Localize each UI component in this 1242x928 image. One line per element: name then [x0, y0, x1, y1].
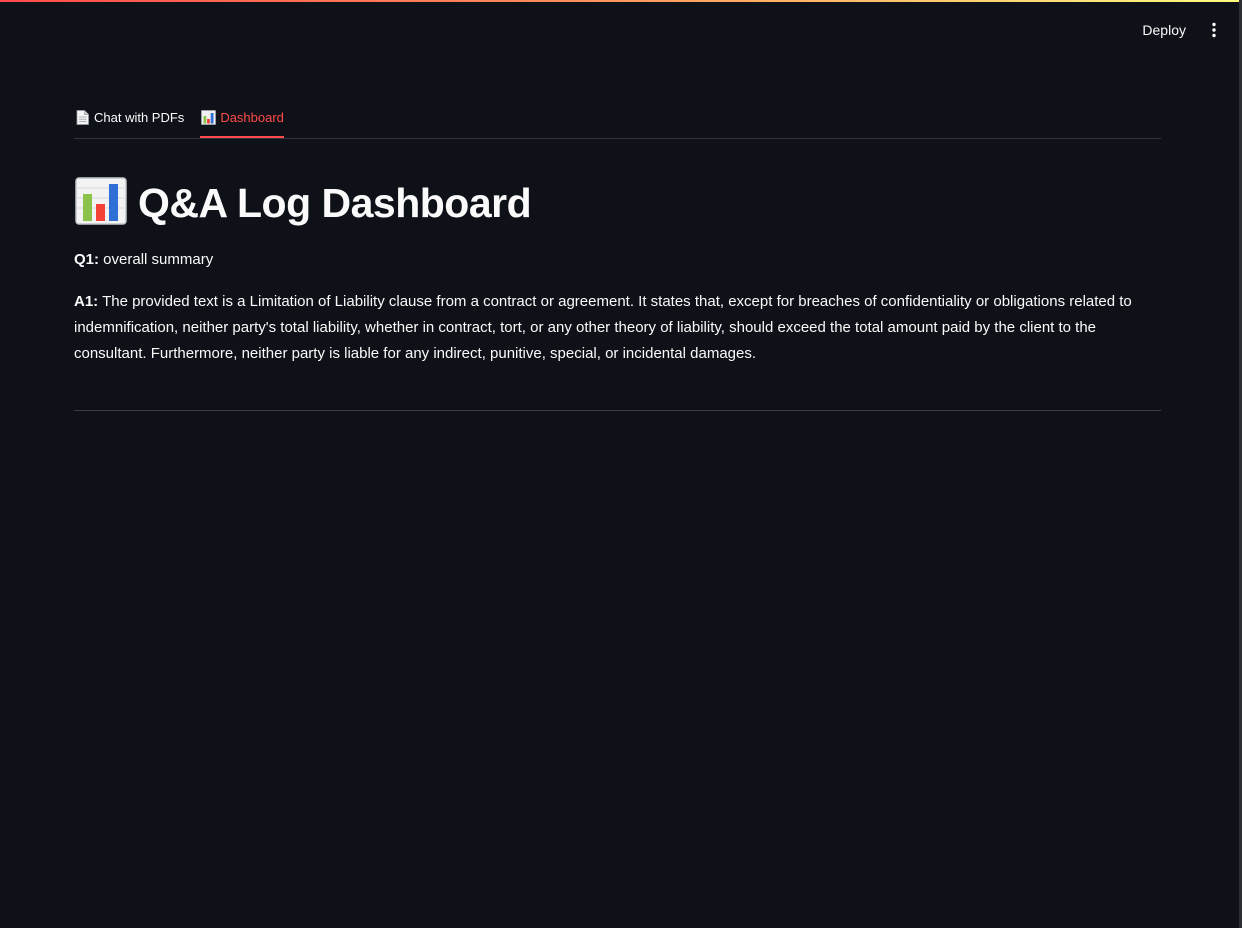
bar-chart-icon	[200, 109, 216, 125]
document-icon	[74, 109, 90, 125]
answer-label: A1:	[74, 293, 99, 310]
answer-text: The provided text is a Limitation of Lia…	[74, 293, 1132, 362]
qa-answer: A1: The provided text is a Limitation of…	[74, 289, 1161, 367]
deploy-button[interactable]: Deploy	[1136, 18, 1192, 42]
main-content: Chat with PDFs Dashboard Q&A Log Dashboa…	[74, 98, 1161, 367]
page-title: Q&A Log Dashboard	[138, 179, 532, 226]
horizontal-divider	[74, 410, 1161, 411]
qa-entry: Q1: overall summary A1: The provided tex…	[74, 247, 1161, 367]
page-header: Q&A Log Dashboard	[74, 176, 1161, 231]
tab-chat-with-pdfs[interactable]: Chat with PDFs	[74, 98, 184, 136]
question-label: Q1:	[74, 251, 100, 268]
qa-question: Q1: overall summary	[74, 247, 1161, 273]
tab-label: Chat with PDFs	[94, 109, 185, 125]
tab-label: Dashboard	[220, 109, 284, 125]
app-root: Deploy Chat with PDFs Dashboard Q&A Log …	[0, 0, 1242, 928]
tab-bar: Chat with PDFs Dashboard	[74, 98, 1161, 139]
question-text: overall summary	[99, 251, 214, 268]
header-toolbar: Deploy	[1136, 18, 1222, 42]
more-vertical-icon[interactable]	[1206, 18, 1222, 42]
top-decoration-bar	[0, 0, 1242, 2]
tab-dashboard[interactable]: Dashboard	[200, 98, 284, 138]
bar-chart-icon	[74, 176, 128, 231]
